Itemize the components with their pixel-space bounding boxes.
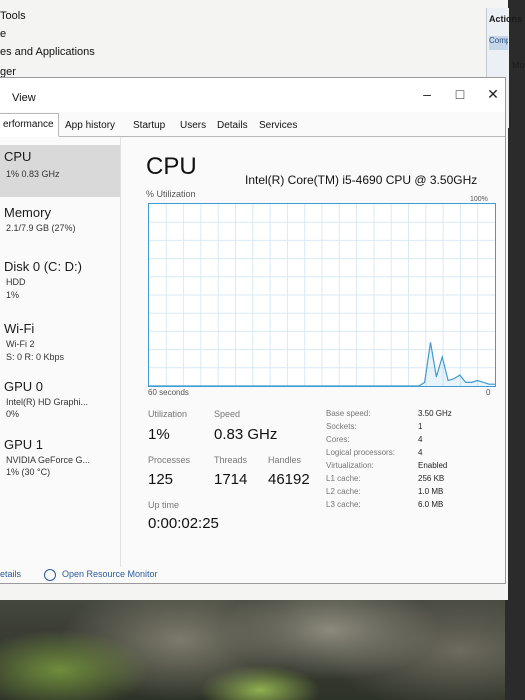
speed-label: Speed: [214, 409, 241, 419]
graph-utilization-label: % Utilization: [146, 189, 196, 199]
spec-value-l2-cache: 1.0 MB: [418, 487, 444, 496]
tab-app-history[interactable]: App history: [60, 115, 120, 137]
fewer-details-link[interactable]: etails: [0, 569, 21, 579]
sidebar-item-cpu-title: CPU: [4, 149, 32, 164]
processes-label: Processes: [148, 455, 191, 465]
minimize-button[interactable]: –: [412, 84, 442, 104]
threads-value: 1714: [214, 471, 248, 488]
spec-label-virtualization: Virtualization:: [326, 461, 374, 470]
bg-item-tools[interactable]: Tools: [0, 10, 26, 22]
tab-services[interactable]: Services: [254, 115, 302, 137]
uptime-value: 0:00:02:25: [148, 515, 219, 532]
tab-strip: erformance App history Startup Users Det…: [0, 112, 505, 137]
spec-value-l3-cache: 6.0 MB: [418, 500, 444, 509]
graph-max-label: 100%: [470, 196, 488, 203]
tab-details[interactable]: Details: [212, 115, 253, 137]
sidebar-item-gpu1-usage: 1% (30 °C): [6, 467, 51, 477]
footer-bar: etails Open Resource Monitor: [0, 567, 505, 583]
utilization-label: Utilization: [148, 409, 188, 419]
actions-selected-item[interactable]: Compu: [489, 36, 508, 50]
spec-value-virtualization: Enabled: [418, 461, 448, 470]
sidebar-item-wifi[interactable]: Wi-Fi Wi-Fi 2 S: 0 R: 0 Kbps: [0, 317, 120, 373]
sidebar-item-cpu[interactable]: CPU 1% 0.83 GHz: [0, 145, 120, 197]
sidebar-item-wifi-adapter: Wi-Fi 2: [6, 339, 35, 349]
sidebar-item-memory[interactable]: Memory 2.1/7.9 GB (27%): [0, 201, 120, 249]
actions-more[interactable]: Mo: [512, 60, 525, 70]
processes-value: 125: [148, 471, 174, 488]
spec-label-l1-cache: L1 cache:: [326, 474, 361, 483]
threads-label: Threads: [214, 455, 248, 465]
handles-value: 46192: [268, 471, 310, 488]
sidebar-item-disk[interactable]: Disk 0 (C: D:) HDD 1%: [0, 255, 120, 311]
bg-item-services-apps[interactable]: es and Applications: [0, 46, 95, 58]
actions-heading: Actions: [489, 14, 523, 24]
spec-label-l3-cache: L3 cache:: [326, 500, 361, 509]
title-bar: View – □ ✕: [0, 78, 505, 112]
sidebar-item-gpu0[interactable]: GPU 0 Intel(R) HD Graphi... 0%: [0, 375, 120, 429]
tab-performance[interactable]: erformance: [0, 113, 59, 137]
spec-label-cores: Cores:: [326, 435, 350, 444]
sidebar-item-cpu-usage: 1% 0.83 GHz: [6, 169, 60, 179]
sidebar-item-wifi-throughput: S: 0 R: 0 Kbps: [6, 352, 65, 362]
resource-sidebar: CPU 1% 0.83 GHz Memory 2.1/7.9 GB (27%) …: [0, 137, 121, 567]
spec-label-logical-processors: Logical processors:: [326, 448, 395, 457]
sidebar-item-gpu0-usage: 0%: [6, 409, 20, 419]
sidebar-item-gpu0-model: Intel(R) HD Graphi...: [6, 397, 89, 407]
sidebar-item-memory-title: Memory: [4, 205, 51, 220]
sidebar-item-gpu1-model: NVIDIA GeForce G...: [6, 455, 91, 465]
uptime-label: Up time: [148, 500, 180, 510]
graph-time-label: 60 seconds: [148, 388, 189, 397]
maximize-button[interactable]: □: [445, 84, 475, 104]
task-manager-window: View – □ ✕ erformance App history Startu…: [0, 78, 505, 583]
tab-users[interactable]: Users: [175, 115, 211, 137]
resource-monitor-icon: [44, 569, 56, 581]
processor-name: Intel(R) Core(TM) i5-4690 CPU @ 3.50GHz: [245, 173, 478, 187]
sidebar-item-disk-usage: 1%: [6, 290, 20, 300]
spec-value-logical-processors: 4: [418, 448, 423, 457]
utilization-value: 1%: [148, 426, 170, 443]
open-resource-monitor-link[interactable]: Open Resource Monitor: [62, 569, 158, 579]
sidebar-item-gpu1[interactable]: GPU 1 NVIDIA GeForce G... 1% (30 °C): [0, 433, 120, 487]
spec-label-sockets: Sockets:: [326, 422, 357, 431]
spec-value-l1-cache: 256 KB: [418, 474, 445, 483]
speed-value: 0.83 GHz: [214, 426, 278, 443]
bg-item-e[interactable]: e: [0, 28, 6, 40]
graph-min-label: 0: [486, 388, 491, 397]
spec-value-cores: 4: [418, 435, 423, 444]
spec-label-base-speed: Base speed:: [326, 409, 371, 418]
cpu-utilization-graph: [148, 203, 496, 387]
spec-label-l2-cache: L2 cache:: [326, 487, 361, 496]
close-button[interactable]: ✕: [478, 84, 508, 104]
tab-startup[interactable]: Startup: [128, 115, 170, 137]
cpu-graph-svg: [149, 204, 495, 386]
spec-value-base-speed: 3.50 GHz: [418, 409, 452, 418]
sidebar-item-memory-usage: 2.1/7.9 GB (27%): [6, 223, 76, 233]
menu-view[interactable]: View: [12, 92, 36, 104]
cpu-detail-pane: CPU Intel(R) Core(TM) i5-4690 CPU @ 3.50…: [130, 137, 500, 567]
sidebar-item-gpu0-title: GPU 0: [4, 379, 44, 394]
sidebar-item-disk-title: Disk 0 (C: D:): [4, 259, 82, 274]
handles-label: Handles: [268, 455, 302, 465]
sidebar-item-wifi-title: Wi-Fi: [4, 321, 35, 336]
sidebar-item-gpu1-title: GPU 1: [4, 437, 44, 452]
sidebar-item-disk-type: HDD: [6, 277, 26, 287]
bg-item-manager[interactable]: ger: [0, 66, 16, 78]
spec-value-sockets: 1: [418, 422, 423, 431]
page-title: CPU: [146, 153, 197, 180]
